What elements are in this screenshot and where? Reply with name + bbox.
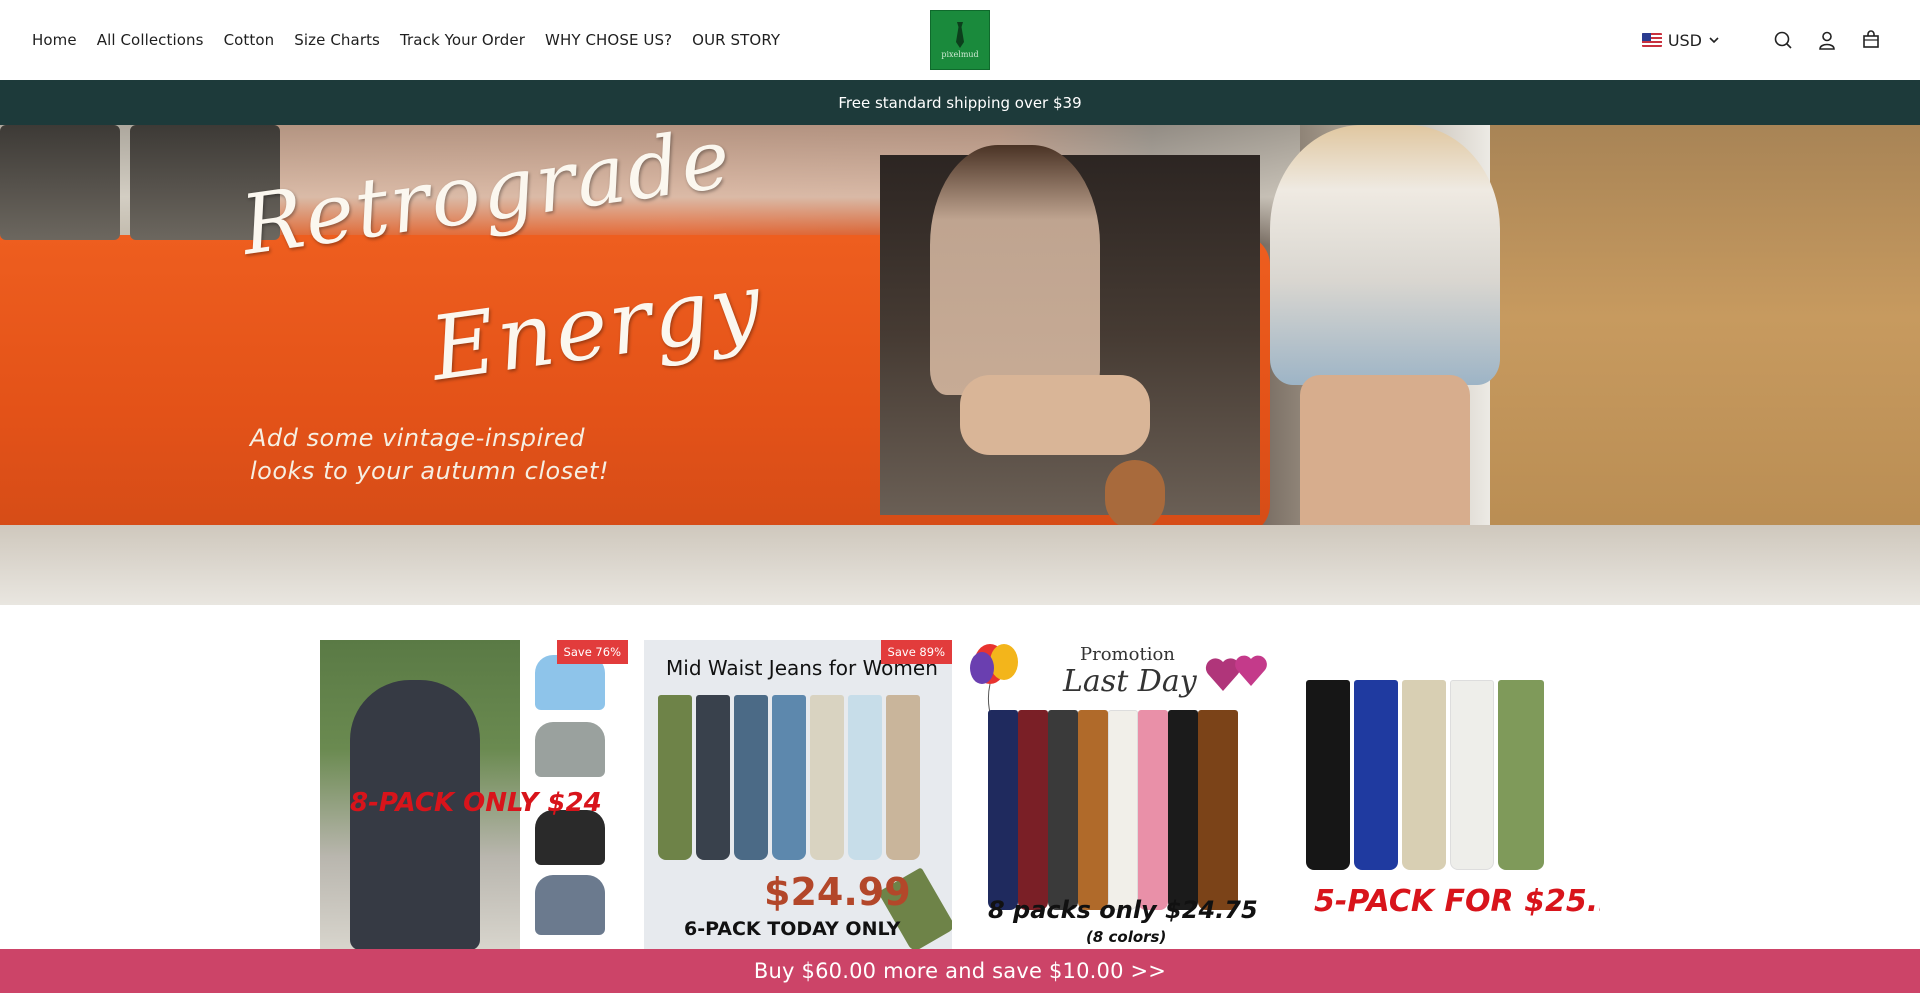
hero-banner[interactable]: Retrograde Energy Add some vintage-inspi… (0, 125, 1920, 605)
product-card[interactable]: Promotion Last Day 8 packs only $24.75 (… (968, 640, 1276, 950)
cart-promo-bar[interactable]: Buy $60.00 more and save $10.00 >> (0, 949, 1920, 993)
product-price: $24.99 (764, 870, 911, 914)
product-jean (734, 695, 768, 860)
product-caption: 8-PACK ONLY $24 (350, 788, 602, 818)
hero-ground (0, 525, 1920, 605)
product-pant (1354, 680, 1398, 870)
nav-item-why-chose-us[interactable]: WHY CHOSE US? (545, 31, 672, 49)
balloon-icon (970, 644, 1018, 720)
product-pant (1078, 710, 1108, 910)
product-swatch (535, 875, 605, 935)
product-jean (658, 695, 692, 860)
hero-van-window (0, 125, 120, 240)
product-card[interactable]: Save 76% 8-PACK ONLY $24 (320, 640, 628, 950)
product-jean (810, 695, 844, 860)
nav-item-size-charts[interactable]: Size Charts (294, 31, 380, 49)
currency-label: USD (1667, 30, 1702, 50)
currency-selector[interactable]: USD (1641, 30, 1720, 50)
product-pant (1138, 710, 1168, 910)
site-header: Home All Collections Cotton Size Charts … (0, 0, 1920, 80)
hero-person-legs (960, 375, 1150, 455)
product-pant (1168, 710, 1198, 910)
product-pant (988, 710, 1018, 910)
product-pant (1048, 710, 1078, 910)
product-pant (1018, 710, 1048, 910)
main-nav: Home All Collections Cotton Size Charts … (32, 0, 800, 80)
hero-subtitle: Add some vintage-inspired looks to your … (250, 424, 609, 485)
product-jean (772, 695, 806, 860)
tie-icon (956, 21, 964, 48)
hero-person-left (930, 145, 1100, 395)
product-pant (1108, 710, 1138, 910)
nav-item-our-story[interactable]: OUR STORY (692, 31, 780, 49)
logo-text: pixelmud (941, 49, 979, 59)
product-heading: Last Day (1063, 664, 1197, 699)
nav-item-all-collections[interactable]: All Collections (97, 31, 204, 49)
header-actions: USD (1641, 0, 1882, 80)
product-jean (886, 695, 920, 860)
hearts-icon (1205, 655, 1267, 691)
product-caption: 5-PACK FOR $25.98 (1314, 884, 1600, 919)
account-icon[interactable] (1816, 29, 1838, 51)
site-logo[interactable]: pixelmud (930, 10, 990, 70)
save-badge: Save 76% (556, 640, 628, 664)
nav-item-cotton[interactable]: Cotton (224, 31, 275, 49)
promo-label: Promotion (1080, 644, 1175, 665)
product-pant (1306, 680, 1350, 870)
product-swatch (535, 722, 605, 777)
product-jean (848, 695, 882, 860)
product-grid: Save 76% 8-PACK ONLY $24 Mid Waist Jeans… (320, 640, 1600, 950)
product-swatch (535, 810, 605, 865)
product-pant (1198, 710, 1238, 910)
product-pant (1450, 680, 1494, 870)
product-pant (1498, 680, 1544, 870)
announcement-bar: Free standard shipping over $39 (0, 80, 1920, 125)
product-card[interactable]: Mid Waist Jeans for Women Save 89% $24.9… (644, 640, 952, 950)
product-card[interactable]: 5-PACK FOR $25.98 (1292, 640, 1600, 950)
hero-person-right (1270, 125, 1500, 385)
product-pant (1402, 680, 1446, 870)
nav-item-home[interactable]: Home (32, 31, 77, 49)
nav-item-track-order[interactable]: Track Your Order (400, 31, 525, 49)
product-caption: 8 packs only $24.75 (988, 896, 1258, 924)
hero-teddy-bear (1105, 460, 1165, 530)
search-icon[interactable] (1772, 29, 1794, 51)
product-caption: 6-PACK TODAY ONLY (684, 918, 901, 940)
us-flag-icon (1641, 33, 1662, 47)
product-jean (696, 695, 730, 860)
product-subcaption: (8 colors) (1086, 928, 1167, 946)
save-badge: Save 89% (880, 640, 952, 664)
cart-icon[interactable] (1860, 29, 1882, 51)
chevron-down-icon (1709, 37, 1719, 44)
